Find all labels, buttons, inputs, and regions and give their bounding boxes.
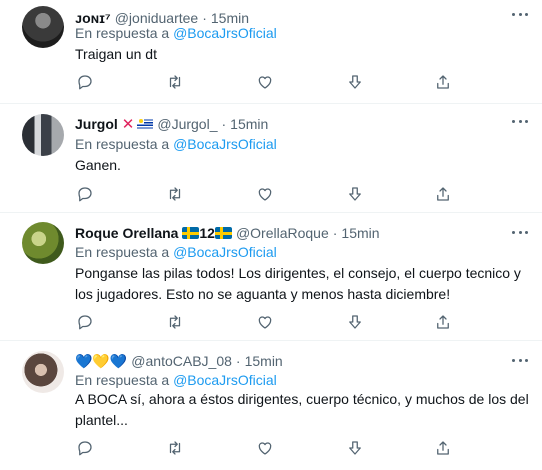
tweet-1[interactable]: ᴊᴏɴɪ⁷ @joniduartee · 15min En respuesta … <box>0 0 542 104</box>
tweet-text: A BOCA sí, ahora a éstos dirigentes, cue… <box>75 391 529 428</box>
reply-mention[interactable]: @BocaJrsOficial <box>173 25 277 41</box>
display-name[interactable]: Roque Orellana 12 <box>75 225 232 241</box>
cross-mark-icon: ✕ <box>121 115 135 133</box>
reply-prefix: En respuesta a <box>75 136 170 152</box>
display-name[interactable]: 💙💛💙 <box>75 353 127 370</box>
timestamp[interactable]: 15min <box>211 10 249 26</box>
reply-context: En respuesta a @BocaJrsOficial <box>75 372 277 388</box>
separator-dot: · <box>221 116 227 132</box>
more-icon[interactable] <box>512 116 528 126</box>
downvote-icon[interactable] <box>345 438 365 458</box>
tweet-actions <box>75 184 455 204</box>
downvote-icon[interactable] <box>345 72 365 92</box>
avatar[interactable] <box>22 351 64 393</box>
reply-context: En respuesta a @BocaJrsOficial <box>75 244 277 260</box>
avatar[interactable] <box>22 222 64 264</box>
separator-dot: · <box>235 353 241 369</box>
retweet-icon[interactable] <box>165 184 185 204</box>
share-icon[interactable] <box>433 312 453 332</box>
display-name[interactable]: Jurgol ✕ <box>75 115 154 133</box>
tweet-actions <box>75 438 455 458</box>
sweden-flag-icon <box>214 227 232 239</box>
reply-icon[interactable] <box>75 184 95 204</box>
user-handle[interactable]: @Jurgol_ <box>157 116 217 132</box>
reply-context: En respuesta a @BocaJrsOficial <box>75 25 277 41</box>
retweet-icon[interactable] <box>165 438 185 458</box>
tweet-text: Ganen. <box>75 157 121 173</box>
tweet-text: Ponganse las pilas todos! Los dirigentes… <box>75 265 521 302</box>
reply-context: En respuesta a @BocaJrsOficial <box>75 136 277 152</box>
user-handle[interactable]: @OrellaRoque <box>236 225 329 241</box>
avatar[interactable] <box>22 6 64 48</box>
reply-prefix: En respuesta a <box>75 372 170 388</box>
reply-icon[interactable] <box>75 438 95 458</box>
tweet-3[interactable]: Roque Orellana 12 @OrellaRoque · 15min E… <box>0 213 542 341</box>
avatar[interactable] <box>22 114 64 156</box>
display-name[interactable]: ᴊᴏɴɪ⁷ <box>75 10 111 26</box>
reply-mention[interactable]: @BocaJrsOficial <box>173 372 277 388</box>
timestamp[interactable]: 15min <box>341 225 379 241</box>
user-handle[interactable]: @joniduartee <box>115 10 199 26</box>
reply-mention[interactable]: @BocaJrsOficial <box>173 244 277 260</box>
user-handle[interactable]: @antoCABJ_08 <box>131 353 232 369</box>
reply-prefix: En respuesta a <box>75 25 170 41</box>
downvote-icon[interactable] <box>345 184 365 204</box>
separator-dot: · <box>332 225 338 241</box>
more-icon[interactable] <box>512 9 528 19</box>
share-icon[interactable] <box>433 184 453 204</box>
timestamp[interactable]: 15min <box>245 353 283 369</box>
timestamp[interactable]: 15min <box>230 116 268 132</box>
reply-mention[interactable]: @BocaJrsOficial <box>173 136 277 152</box>
share-icon[interactable] <box>433 72 453 92</box>
like-icon[interactable] <box>255 312 275 332</box>
retweet-icon[interactable] <box>165 312 185 332</box>
tweet-actions <box>75 72 455 92</box>
like-icon[interactable] <box>255 438 275 458</box>
like-icon[interactable] <box>255 184 275 204</box>
reply-icon[interactable] <box>75 72 95 92</box>
tweet-2[interactable]: Jurgol ✕ @Jurgol_ · 15min En respuesta a … <box>0 104 542 213</box>
like-icon[interactable] <box>255 72 275 92</box>
sweden-flag-icon <box>182 227 200 239</box>
separator-dot: · <box>202 10 207 26</box>
more-icon[interactable] <box>512 227 528 237</box>
reply-prefix: En respuesta a <box>75 244 170 260</box>
uruguay-flag-icon <box>137 118 154 130</box>
tweet-text: Traigan un dt <box>75 46 157 62</box>
downvote-icon[interactable] <box>345 312 365 332</box>
more-icon[interactable] <box>512 355 528 365</box>
reply-icon[interactable] <box>75 312 95 332</box>
share-icon[interactable] <box>433 438 453 458</box>
retweet-icon[interactable] <box>165 72 185 92</box>
tweet-4[interactable]: 💙💛💙 @antoCABJ_08 · 15min En respuesta a … <box>0 341 542 470</box>
tweet-actions <box>75 312 455 332</box>
